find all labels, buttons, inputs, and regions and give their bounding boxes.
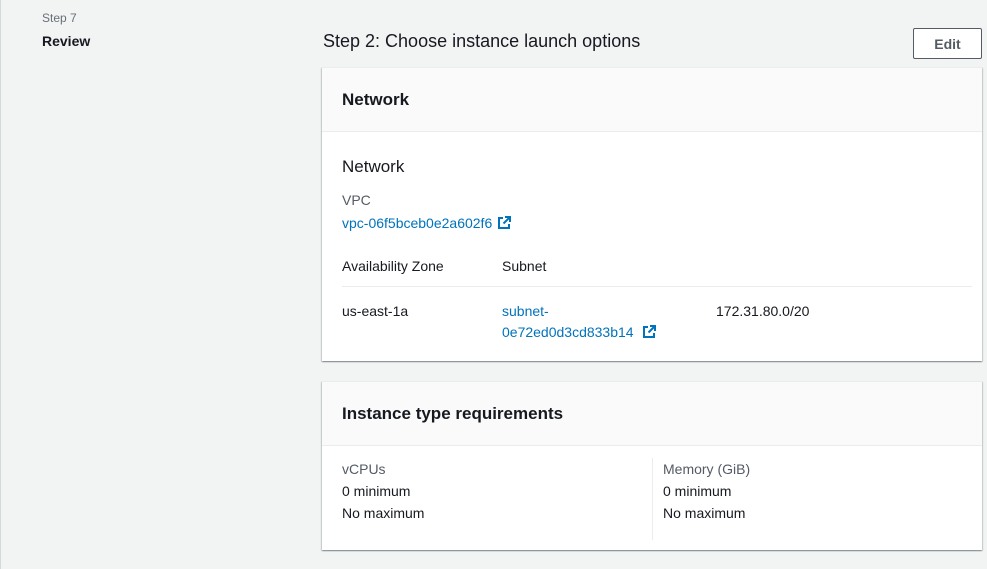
memory-label: Memory (GiB) — [663, 461, 751, 477]
memory-min: 0 minimum — [663, 483, 732, 499]
vcpus-label: vCPUs — [342, 461, 386, 477]
memory-max: No maximum — [663, 505, 746, 521]
column-header-availability-zone: Availability Zone — [342, 258, 444, 274]
network-card: Network Network VPC vpc-06f5bceb0e2a602f… — [322, 67, 982, 361]
subnet-link-line2: 0e72ed0d3cd833b14 — [502, 324, 634, 340]
table-divider — [342, 286, 972, 287]
external-link-icon[interactable] — [642, 324, 657, 338]
network-card-title: Network — [342, 89, 410, 109]
availability-zone-value: us-east-1a — [342, 303, 409, 319]
edit-button[interactable]: Edit — [913, 28, 982, 59]
vpc-link-wrapper: vpc-06f5bceb0e2a602f6 — [342, 215, 512, 231]
network-subtitle: Network — [342, 157, 405, 176]
instance-type-card: Instance type requirements vCPUs 0 minim… — [322, 381, 982, 550]
step-number: Step 7 — [42, 11, 77, 25]
subnet-cidr-value: 172.31.80.0/20 — [716, 303, 810, 319]
vpc-label: VPC — [342, 192, 371, 208]
external-link-icon[interactable] — [497, 216, 512, 230]
vpc-link[interactable]: vpc-06f5bceb0e2a602f6 — [342, 215, 492, 231]
network-card-header: Network — [322, 68, 982, 132]
instance-card-title: Instance type requirements — [342, 403, 564, 423]
step-title-review[interactable]: Review — [42, 33, 90, 49]
instance-card-body: vCPUs 0 minimum No maximum Memory (GiB) … — [322, 446, 982, 550]
vcpus-min: 0 minimum — [342, 483, 411, 499]
page: Step 7 Review Step 2: Choose instance la… — [0, 0, 987, 569]
instance-card-header: Instance type requirements — [322, 382, 982, 446]
subnet-link-line1: subnet- — [502, 303, 549, 319]
subnet-link[interactable]: subnet- 0e72ed0d3cd833b14 — [502, 303, 634, 340]
column-header-subnet: Subnet — [502, 258, 547, 274]
subnet-link-wrapper: subnet- 0e72ed0d3cd833b14 — [502, 301, 682, 343]
section-heading: Step 2: Choose instance launch options — [323, 31, 641, 51]
vcpus-column: vCPUs 0 minimum No maximum — [342, 458, 652, 540]
memory-column: Memory (GiB) 0 minimum No maximum — [652, 458, 973, 540]
vcpus-max: No maximum — [342, 505, 425, 521]
